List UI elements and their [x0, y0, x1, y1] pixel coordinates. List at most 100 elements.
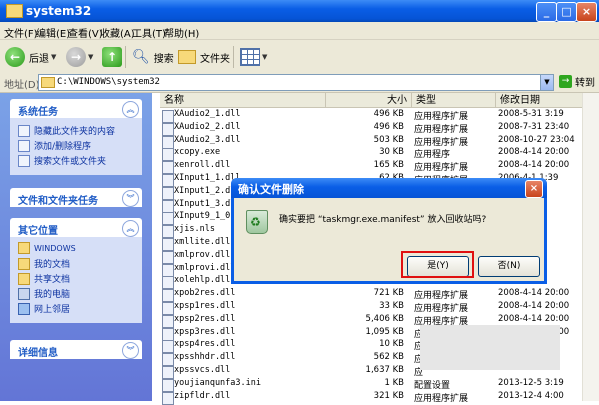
shared-folder-icon — [18, 272, 30, 285]
search-icon — [18, 154, 30, 167]
menu-tools[interactable]: 工具(T) — [132, 25, 166, 40]
folder-icon — [41, 77, 55, 88]
file-date: 2008-10-27 23:04 — [498, 134, 575, 145]
file-name: xpsp4res.dll — [174, 339, 236, 350]
address-bar: 地址(D) C:\WINDOWS\system32 ▼ → 转到 — [0, 72, 599, 93]
menu-help[interactable]: 帮助(H) — [164, 25, 199, 40]
forward-arrow-icon: → — [66, 47, 86, 67]
details-header[interactable]: 详细信息 ︾ — [10, 340, 142, 359]
folder-icon — [18, 257, 30, 270]
go-button[interactable]: → 转到 — [559, 74, 595, 89]
address-label: 地址(D) — [4, 80, 40, 91]
maximize-button[interactable]: □ — [556, 2, 577, 22]
file-icon — [162, 391, 174, 405]
file-name: xmlprov.dll — [174, 249, 231, 260]
file-size: 496 KB — [373, 109, 404, 119]
file-size: 33 KB — [379, 301, 404, 311]
up-folder-button[interactable]: ↑ — [102, 46, 122, 68]
place-label: 我的文档 — [34, 260, 71, 270]
file-name: xmllite.dll — [174, 237, 231, 247]
file-name: xolehlp.dll — [174, 275, 231, 286]
place-windows[interactable]: WINDOWS — [18, 242, 76, 254]
file-name: XInput9_1_0. — [174, 211, 236, 222]
collapse-icon[interactable]: ︽ — [122, 220, 139, 237]
task-search-files[interactable]: 搜索文件或文件夹 — [18, 154, 106, 167]
window-title: system32 — [26, 4, 92, 18]
file-size: 321 KB — [373, 390, 404, 401]
dialog-close-button[interactable]: × — [525, 180, 543, 198]
up-folder-icon: ↑ — [102, 47, 122, 67]
file-row[interactable]: XAudio2_1.dll 496 KB 应用程序扩展 2008-5-31 3:19 — [152, 109, 599, 123]
system-tasks-panel: 隐藏此文件夹的内容 添加/删除程序 搜索文件或文件夹 — [10, 118, 142, 175]
column-header-name[interactable]: 名称 — [160, 93, 326, 108]
search-button[interactable]: 🔍︎ 搜索 — [132, 46, 174, 68]
file-row[interactable]: xpsp1res.dll 33 KB 应用程序扩展 2008-4-14 20:00 — [152, 301, 599, 315]
file-folder-tasks-header[interactable]: 文件和文件夹任务 ︾ — [10, 188, 142, 207]
file-type: 应用程序扩展 — [414, 112, 469, 122]
file-name: xmlprovi.dll — [174, 262, 236, 273]
menu-edit[interactable]: 编辑(E) — [36, 25, 70, 40]
expand-icon[interactable]: ︾ — [122, 342, 139, 359]
back-button[interactable]: ← 后退 ▼ — [5, 46, 56, 68]
file-type: 应用程序扩展 — [414, 393, 469, 404]
task-label: 添加/删除程序 — [34, 142, 92, 152]
address-dropdown-button[interactable]: ▼ — [540, 74, 554, 91]
close-button[interactable]: × — [576, 2, 597, 22]
other-places-header[interactable]: 其它位置 ︽ — [10, 218, 142, 237]
file-name: xpob2res.dll — [174, 288, 236, 299]
go-arrow-icon: → — [559, 75, 572, 88]
place-network[interactable]: 网上邻居 — [18, 302, 70, 315]
file-row[interactable]: youjianqunfa3.ini 1 KB 配置设置 2013-12-5 3:19 — [152, 378, 599, 392]
column-header-modified[interactable]: 修改日期 — [496, 93, 583, 108]
computer-icon — [18, 287, 30, 300]
dropdown-arrow-icon[interactable]: ▼ — [51, 53, 56, 61]
file-type: 应用程序扩展 — [414, 137, 469, 148]
file-row[interactable]: XAudio2_2.dll 496 KB 应用程序扩展 2008-7-31 23:40 — [152, 122, 599, 136]
file-row[interactable]: zipfldr.dll 321 KB 应用程序扩展 2013-12-4 4:00 — [152, 390, 599, 405]
menu-file[interactable]: 文件(F) — [4, 25, 38, 40]
file-size: 1,095 KB — [365, 326, 404, 337]
file-row[interactable]: XAudio2_3.dll 503 KB 应用程序扩展 2008-10-27 23:0… — [152, 134, 599, 149]
column-header-size[interactable]: 大小 — [326, 93, 412, 108]
menu-bar: 文件(F) 编辑(E) 查看(V) 收藏(A) 工具(T) 帮助(H) — [0, 22, 599, 59]
file-size: 1,637 KB — [365, 365, 404, 375]
menu-favorites[interactable]: 收藏(A) — [100, 25, 135, 40]
address-path: C:\WINDOWS\system32 — [57, 77, 160, 87]
place-label: 共享文档 — [34, 275, 71, 285]
file-date: 2008-4-14 20:00 — [498, 147, 570, 158]
file-row[interactable]: xenroll.dll 165 KB 应用程序扩展 2008-4-14 20:00 — [152, 160, 599, 175]
address-input[interactable]: C:\WINDOWS\system32 — [38, 74, 553, 91]
forward-button[interactable]: → ▼ — [66, 46, 93, 68]
expand-icon[interactable]: ︾ — [122, 190, 139, 207]
file-name: zipfldr.dll — [174, 390, 231, 401]
system-tasks-header[interactable]: 系统任务 ︽ — [10, 99, 142, 118]
place-label: 我的电脑 — [34, 290, 71, 300]
place-my-computer[interactable]: 我的电脑 — [18, 287, 70, 300]
folder-icon — [18, 242, 30, 254]
file-size: 5,406 KB — [365, 313, 404, 324]
views-button[interactable]: ▼ — [240, 46, 267, 68]
file-type: 配置设置 — [414, 380, 451, 391]
folders-button[interactable]: 文件夹 — [178, 46, 230, 68]
system-tasks-title: 系统任务 — [18, 107, 58, 118]
collapse-icon[interactable]: ︽ — [122, 101, 139, 118]
hide-contents-icon — [18, 124, 30, 137]
minimize-button[interactable]: _ — [536, 2, 557, 22]
other-places-panel: WINDOWS 我的文档 共享文档 我的电脑 网上邻居 — [10, 237, 142, 323]
file-row[interactable]: xpob2res.dll 721 KB 应用程序扩展 2008-4-14 20:00 — [152, 288, 599, 303]
file-row[interactable]: xcopy.exe 30 KB 应用程序 2008-4-14 20:00 — [152, 147, 599, 162]
dropdown-arrow-icon[interactable]: ▼ — [262, 53, 267, 61]
task-add-remove-programs[interactable]: 添加/删除程序 — [18, 139, 91, 152]
menu-view[interactable]: 查看(V) — [68, 25, 103, 40]
dropdown-arrow-icon[interactable]: ▼ — [88, 53, 93, 61]
file-type: 应用程序扩展 — [414, 291, 469, 302]
back-arrow-icon: ← — [5, 47, 25, 67]
place-shared-documents[interactable]: 共享文档 — [18, 272, 70, 285]
column-header-type[interactable]: 类型 — [412, 93, 496, 108]
toolbar: ← 后退 ▼ → ▼ ↑ 🔍︎ 搜索 文件夹 ▼ — [0, 40, 599, 73]
file-type: 应用程序扩展 — [414, 304, 469, 314]
vertical-scrollbar[interactable] — [582, 93, 599, 401]
no-button[interactable]: 否(N) — [478, 256, 540, 277]
task-hide-folder-contents[interactable]: 隐藏此文件夹的内容 — [18, 124, 115, 137]
place-my-documents[interactable]: 我的文档 — [18, 257, 70, 270]
